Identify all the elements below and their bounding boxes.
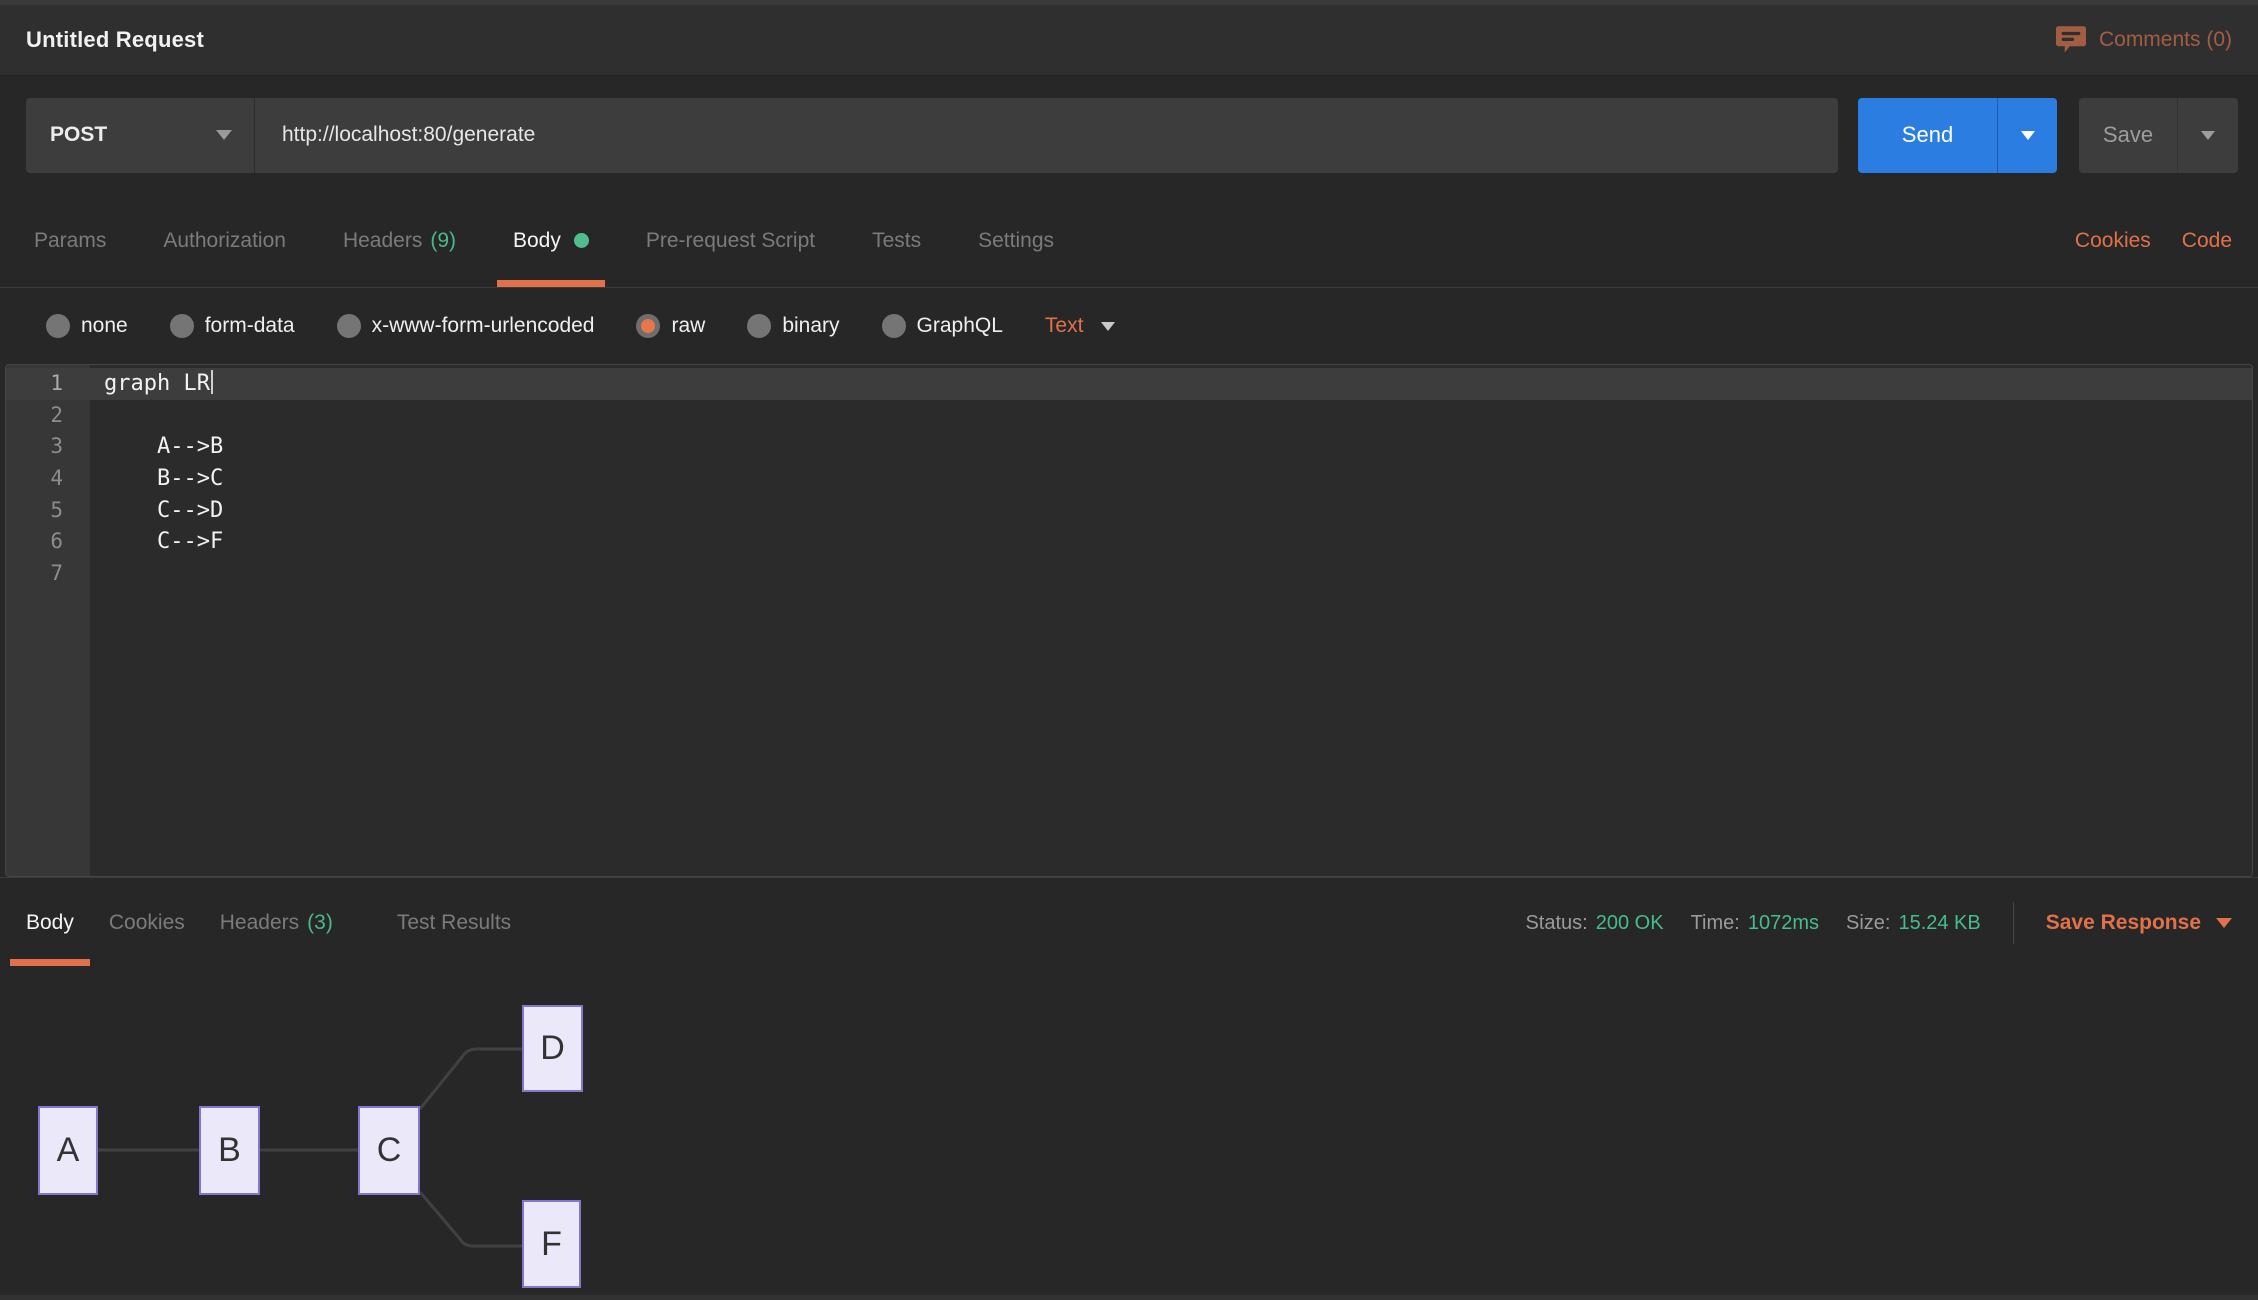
headers-count-badge: (9) xyxy=(430,229,456,253)
graph-node-C: C xyxy=(358,1106,420,1195)
graph-node-A: A xyxy=(38,1106,98,1195)
radio-icon xyxy=(747,314,771,338)
body-modified-dot xyxy=(574,233,589,248)
radio-selected-icon xyxy=(636,314,660,338)
editor-line[interactable]: 4 B-->C xyxy=(6,463,2252,495)
send-button[interactable]: Send xyxy=(1858,98,1997,173)
text-cursor xyxy=(211,370,213,394)
time-indicator: Time:1072ms xyxy=(1691,912,1819,935)
tab-params[interactable]: Params xyxy=(34,194,106,287)
body-mode-row: none form-data x-www-form-urlencoded raw… xyxy=(0,288,2258,364)
chevron-down-icon xyxy=(2021,131,2035,140)
save-button-group: Save xyxy=(2079,98,2238,173)
method-dropdown[interactable]: POST xyxy=(26,98,254,173)
time-value: 1072ms xyxy=(1748,912,1819,935)
response-header: Body Cookies Headers(3) Test Results Sta… xyxy=(0,877,2258,968)
format-selector[interactable]: Text xyxy=(1045,314,1116,338)
tab-pre-request-script[interactable]: Pre-request Script xyxy=(646,194,815,287)
radio-form-data[interactable]: form-data xyxy=(170,314,295,338)
chevron-down-icon xyxy=(1101,322,1115,331)
app-window: Untitled Request Comments (0) POST http:… xyxy=(0,0,2258,1300)
response-tab-cookies[interactable]: Cookies xyxy=(109,878,185,968)
graph-node-D: D xyxy=(522,1005,583,1092)
graph-node-B: B xyxy=(199,1106,260,1195)
comments-button[interactable]: Comments (0) xyxy=(2056,26,2232,54)
request-title: Untitled Request xyxy=(26,27,204,53)
send-button-group: Send xyxy=(1858,98,2057,173)
editor-line[interactable]: 2 xyxy=(6,400,2252,432)
radio-icon xyxy=(882,314,906,338)
tab-body[interactable]: Body xyxy=(513,194,589,287)
radio-icon xyxy=(337,314,361,338)
window-bottom-edge xyxy=(0,1295,2258,1300)
chevron-down-icon xyxy=(216,130,232,140)
radio-binary[interactable]: binary xyxy=(747,314,839,338)
body-editor[interactable]: 1graph LR 2 3 A-->B 4 B-->C 5 C-->D 6 C-… xyxy=(5,364,2253,877)
code-link[interactable]: Code xyxy=(2182,229,2232,253)
status-value: 200 OK xyxy=(1596,912,1664,935)
cookies-link[interactable]: Cookies xyxy=(2075,229,2151,253)
request-tabs: Params Authorization Headers(9) Body Pre… xyxy=(0,194,2258,288)
format-value: Text xyxy=(1045,314,1084,338)
comment-bubble-icon xyxy=(2056,26,2086,54)
save-options-button[interactable] xyxy=(2177,98,2238,173)
response-tab-test-results[interactable]: Test Results xyxy=(397,878,511,968)
request-links: Cookies Code xyxy=(2075,194,2232,287)
response-tab-headers[interactable]: Headers(3) xyxy=(220,878,333,968)
response-headers-count-badge: (3) xyxy=(307,911,333,935)
save-response-button[interactable]: Save Response xyxy=(2046,911,2232,935)
radio-raw[interactable]: raw xyxy=(636,314,705,338)
tab-settings[interactable]: Settings xyxy=(978,194,1054,287)
graph-edges xyxy=(0,968,700,1300)
save-button[interactable]: Save xyxy=(2079,98,2177,173)
tab-authorization[interactable]: Authorization xyxy=(163,194,286,287)
response-body-pane: A B C D F xyxy=(0,968,2258,1300)
divider xyxy=(2013,902,2014,944)
editor-line[interactable]: 5 C-->D xyxy=(6,495,2252,527)
request-builder: POST http://localhost:80/generate Send S… xyxy=(0,76,2258,194)
method-value: POST xyxy=(50,123,107,147)
tab-tests[interactable]: Tests xyxy=(872,194,921,287)
title-bar: Untitled Request Comments (0) xyxy=(0,5,2258,76)
editor-line[interactable]: 3 A-->B xyxy=(6,431,2252,463)
radio-x-www-form-urlencoded[interactable]: x-www-form-urlencoded xyxy=(337,314,595,338)
editor-line[interactable]: 7 xyxy=(6,558,2252,590)
radio-graphql[interactable]: GraphQL xyxy=(882,314,1003,338)
url-box: POST http://localhost:80/generate xyxy=(26,98,1838,173)
graph-node-F: F xyxy=(522,1200,581,1288)
editor-line[interactable]: 1graph LR xyxy=(6,368,2252,400)
tab-headers[interactable]: Headers(9) xyxy=(343,194,456,287)
response-tab-body[interactable]: Body xyxy=(26,878,74,968)
chevron-down-icon xyxy=(2201,131,2215,140)
comments-label: Comments (0) xyxy=(2099,28,2232,52)
url-input[interactable]: http://localhost:80/generate xyxy=(255,98,1838,173)
chevron-down-icon xyxy=(2216,918,2232,928)
response-meta: Status:200 OK Time:1072ms Size:15.24 KB … xyxy=(1525,878,2232,968)
size-value: 15.24 KB xyxy=(1898,912,1980,935)
send-options-button[interactable] xyxy=(1997,98,2057,173)
status-indicator: Status:200 OK xyxy=(1525,912,1663,935)
radio-none[interactable]: none xyxy=(46,314,128,338)
editor-line[interactable]: 6 C-->F xyxy=(6,526,2252,558)
radio-icon xyxy=(46,314,70,338)
editor-lines: 1graph LR 2 3 A-->B 4 B-->C 5 C-->D 6 C-… xyxy=(6,365,2252,590)
size-indicator: Size:15.24 KB xyxy=(1846,912,1981,935)
radio-icon xyxy=(170,314,194,338)
